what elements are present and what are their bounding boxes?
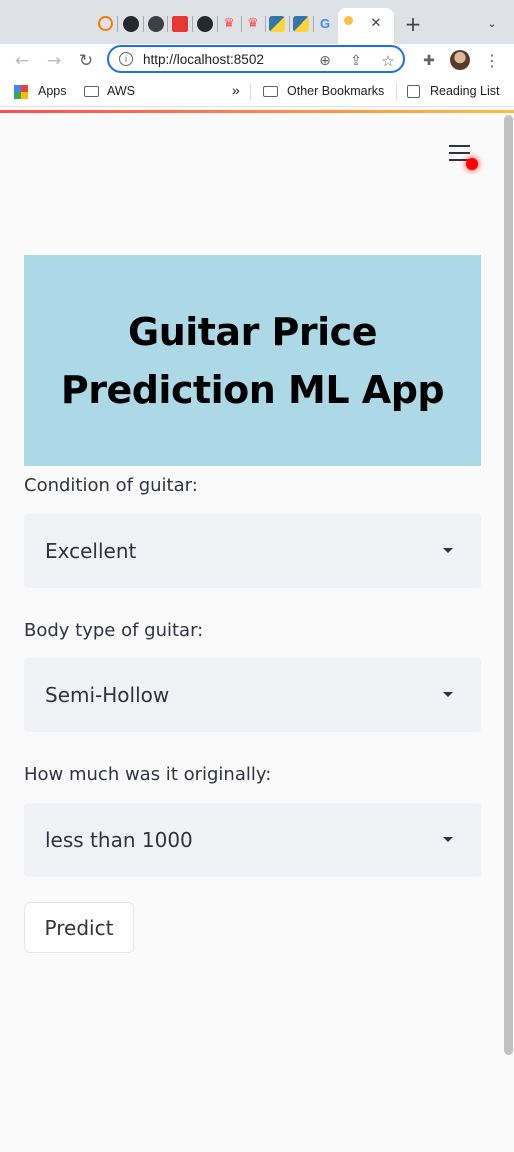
- loading-tab-icon[interactable]: [98, 16, 113, 31]
- header-decoration: [0, 110, 514, 113]
- tab-separator: [143, 16, 144, 32]
- tab-separator: [192, 16, 193, 32]
- folder-icon: [84, 86, 99, 97]
- reload-icon[interactable]: ↻: [75, 50, 97, 72]
- page-title: Guitar Price Prediction ML App: [60, 303, 445, 419]
- bookmark-star-icon[interactable]: ☆: [377, 50, 399, 72]
- bookmarks-bar: Apps AWS » Other Bookmarks Reading List: [0, 78, 514, 107]
- title-line-2: Prediction ML App: [60, 367, 445, 412]
- bookmarks-divider: [250, 84, 251, 100]
- bookmark-apps[interactable]: Apps: [38, 84, 67, 98]
- tab-search-icon[interactable]: ⌄: [484, 16, 500, 32]
- folder-icon: [263, 86, 278, 97]
- back-arrow-icon[interactable]: ←: [11, 50, 33, 72]
- extensions-icon[interactable]: ✚: [418, 50, 440, 72]
- tab-separator: [117, 16, 118, 32]
- caret-down-icon: [443, 548, 453, 553]
- active-tab[interactable]: ✕: [338, 8, 394, 44]
- menu-icon: [449, 145, 470, 147]
- condition-label: Condition of guitar:: [24, 475, 198, 496]
- body-type-select[interactable]: Semi-Hollow: [24, 658, 481, 732]
- tab-separator: [167, 16, 168, 32]
- tab-separator: [217, 16, 218, 32]
- tab-separator: [241, 16, 242, 32]
- info-icon[interactable]: i: [119, 52, 133, 66]
- more-menu-icon[interactable]: ⋮: [481, 50, 503, 72]
- browser-tab-strip: ♛ ♛ G ✕ + ⌄: [0, 0, 514, 44]
- menu-icon: [449, 152, 470, 154]
- bookmark-aws[interactable]: AWS: [107, 84, 135, 98]
- streamlit-tab-icon[interactable]: ♛: [221, 16, 237, 32]
- forward-arrow-icon[interactable]: →: [43, 50, 65, 72]
- caret-down-icon: [443, 837, 453, 842]
- body-type-label: Body type of guitar:: [24, 620, 204, 641]
- github-tab-icon[interactable]: [197, 16, 213, 32]
- close-tab-icon[interactable]: ✕: [368, 16, 384, 32]
- body-type-value: Semi-Hollow: [45, 683, 170, 707]
- bookmark-other[interactable]: Other Bookmarks: [287, 84, 384, 98]
- bookmark-reading-list[interactable]: Reading List: [430, 84, 500, 98]
- original-price-value: less than 1000: [45, 828, 193, 852]
- predict-button[interactable]: Predict: [24, 902, 134, 953]
- globe-tab-icon[interactable]: [148, 16, 164, 32]
- title-line-1: Guitar Price: [128, 309, 377, 354]
- github-tab-icon[interactable]: [123, 16, 139, 32]
- python-tab-icon[interactable]: [293, 16, 309, 32]
- mail-tab-icon[interactable]: [172, 16, 188, 32]
- recording-indicator-dot: [466, 158, 478, 170]
- bookmarks-overflow[interactable]: »: [232, 82, 240, 98]
- new-tab-button[interactable]: +: [405, 14, 422, 34]
- reading-list-icon: [407, 85, 420, 98]
- bookmarks-divider: [396, 84, 397, 100]
- python-tab-icon[interactable]: [269, 16, 285, 32]
- title-banner: Guitar Price Prediction ML App: [24, 255, 481, 466]
- scrollbar-thumb[interactable]: [504, 115, 513, 1055]
- share-icon[interactable]: ⇪: [345, 50, 367, 72]
- browser-toolbar: ← → ↻ i http://localhost:8502 ⊕ ⇪ ☆ ✚ ⋮: [0, 44, 514, 78]
- google-tab-icon[interactable]: G: [317, 16, 333, 32]
- condition-select[interactable]: Excellent: [24, 514, 481, 588]
- caret-down-icon: [443, 692, 453, 697]
- original-price-select[interactable]: less than 1000: [24, 803, 481, 877]
- tab-separator: [313, 16, 314, 32]
- tab-separator: [289, 16, 290, 32]
- zoom-icon[interactable]: ⊕: [314, 50, 336, 72]
- streamlit-tab-icon: [344, 16, 353, 25]
- streamlit-tab-icon[interactable]: ♛: [245, 16, 261, 32]
- profile-avatar[interactable]: [450, 50, 470, 70]
- tab-separator: [265, 16, 266, 32]
- original-price-label: How much was it originally:: [24, 764, 272, 785]
- url-text: http://localhost:8502: [143, 52, 264, 67]
- apps-grid-icon[interactable]: [14, 85, 28, 99]
- condition-value: Excellent: [45, 539, 137, 563]
